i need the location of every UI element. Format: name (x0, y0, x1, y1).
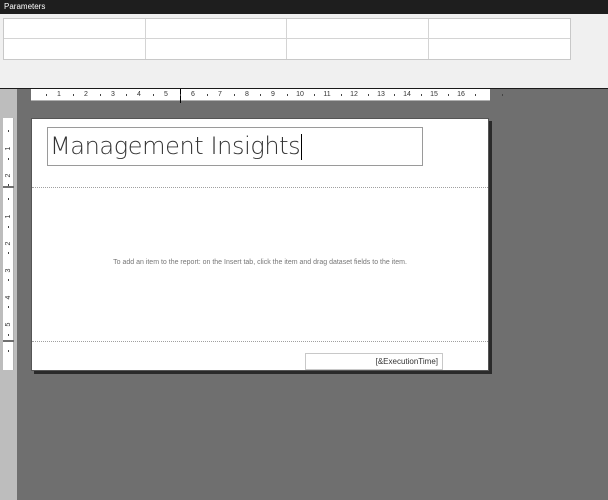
ruler-label: 7 (218, 91, 222, 98)
ruler-label: 10 (296, 91, 304, 98)
ruler-label: 1 (5, 146, 12, 151)
ruler-label: 3 (5, 268, 12, 273)
parameters-title: Parameters (4, 2, 46, 11)
ruler-tick-mark (394, 94, 395, 96)
ruler-label: 1 (5, 214, 12, 219)
ruler-tick-mark (341, 94, 342, 96)
ruler-tick-mark (8, 334, 9, 336)
ruler-tick-mark (8, 130, 9, 132)
ruler-tick-mark (287, 94, 288, 96)
vertical-ruler: 1 2 1 2 3 4 5 (3, 118, 14, 370)
ruler-label: 8 (245, 91, 249, 98)
ruler-tick-mark (207, 94, 208, 96)
ruler-tick-mark (260, 94, 261, 96)
ruler-tick-mark (8, 350, 9, 352)
ruler-label: 1 (57, 91, 61, 98)
ruler-label: 11 (323, 91, 331, 98)
ruler-tick-mark (421, 94, 422, 96)
ruler-tick-mark (234, 94, 235, 96)
ruler-label: 5 (5, 322, 12, 327)
ruler-label: 13 (377, 91, 385, 98)
ruler-section-break (3, 186, 14, 188)
parameter-cell[interactable] (429, 39, 571, 59)
ruler-cursor-marker (180, 89, 181, 103)
parameters-grid (3, 18, 571, 60)
parameters-panel (0, 14, 608, 88)
report-page[interactable]: Management Insights To add an item to th… (31, 118, 489, 371)
ruler-tick-mark (314, 94, 315, 96)
parameter-cell[interactable] (146, 39, 287, 59)
ruler-label: 2 (5, 241, 12, 246)
ruler-label: 12 (350, 91, 358, 98)
ruler-tick-mark (448, 94, 449, 96)
ruler-tick-mark (8, 158, 9, 160)
ruler-label: 3 (111, 91, 115, 98)
ruler-label: 2 (84, 91, 88, 98)
ruler-tick-mark (502, 94, 503, 96)
ruler-tick-mark (100, 94, 101, 96)
ruler-label: 2 (5, 173, 12, 178)
execution-time-textbox[interactable]: [&ExecutionTime] (305, 353, 443, 370)
ruler-label: 16 (457, 91, 465, 98)
horizontal-ruler: 1 2 3 4 5 6 7 8 9 10 11 12 13 14 15 16 (31, 89, 503, 103)
ruler-label: 4 (5, 295, 12, 300)
empty-body-hint: To add an item to the report: on the Ins… (113, 259, 407, 266)
parameter-cell[interactable] (4, 39, 146, 59)
ruler-tick-mark (8, 252, 9, 254)
ruler-tick-mark (8, 226, 9, 228)
parameter-cell[interactable] (287, 19, 429, 39)
report-title-textbox[interactable]: Management Insights (47, 127, 423, 166)
ruler-tick-mark (46, 94, 47, 96)
ruler-tick-mark (153, 94, 154, 96)
parameters-header: Parameters (0, 0, 608, 14)
ruler-label: 6 (191, 91, 195, 98)
ruler-label: 4 (137, 91, 141, 98)
ruler-tick-mark (475, 94, 476, 96)
ruler-tick-mark (126, 94, 127, 96)
parameter-cell[interactable] (428, 19, 570, 39)
parameter-cell[interactable] (4, 19, 146, 39)
ruler-tick-mark (180, 94, 181, 96)
ruler-tick-mark (73, 94, 74, 96)
ruler-label: 14 (403, 91, 411, 98)
ruler-tick-mark (8, 306, 9, 308)
ruler-label: 15 (430, 91, 438, 98)
page-header-divider (32, 187, 488, 188)
ruler-label: 9 (271, 91, 275, 98)
page-footer-divider (32, 341, 488, 342)
parameter-cell[interactable] (287, 39, 429, 59)
ruler-label: 5 (164, 91, 168, 98)
parameter-cell[interactable] (145, 19, 287, 39)
report-title-text: Management Insights (50, 132, 301, 160)
ruler-tick-mark (8, 198, 9, 200)
ruler-tick-mark (368, 94, 369, 96)
ruler-section-break (3, 340, 14, 342)
ruler-tick-mark (8, 279, 9, 281)
text-caret (301, 134, 303, 160)
